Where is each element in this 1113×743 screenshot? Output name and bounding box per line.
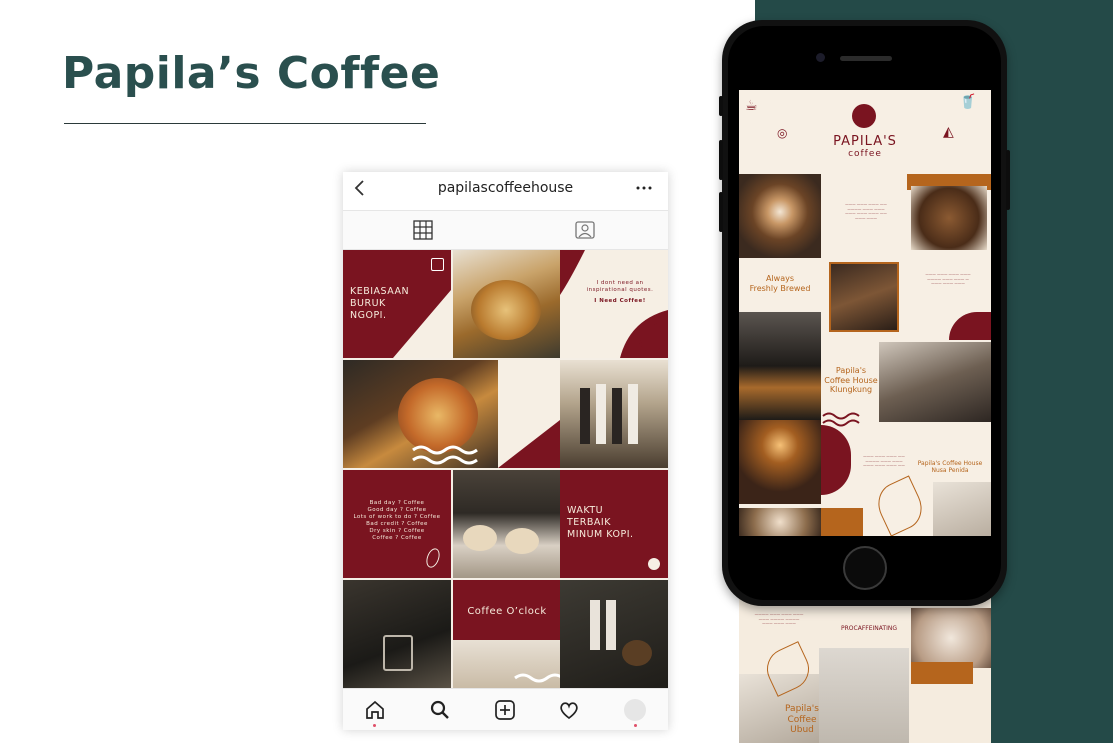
post-waktu-text: WAKTU TERBAIK MINUM KOPI. — [567, 505, 634, 540]
profile-notification-dot — [634, 724, 637, 727]
phone-feed-extension: ———— ——— ——— ——— ——— ———— ———— ——— ——— ———… — [739, 588, 991, 743]
coffee-bag-photo — [933, 482, 991, 536]
pizza-image — [471, 280, 541, 340]
feed-fine-text: ———— ——— ——— ——— ——— ———— ———— ——— ——— ——— — [754, 612, 804, 625]
page-title: Papila’s Coffee — [62, 48, 441, 99]
instagram-header: papilascoffeehouse — [343, 172, 668, 211]
barista-photo — [829, 262, 899, 332]
bottle-image — [612, 388, 622, 444]
maroon-shape — [949, 312, 991, 340]
nusa-penida-label: Papila's Coffee House Nusa Penida — [917, 460, 983, 474]
post-coffee-oclock[interactable]: Coffee O’clock — [453, 580, 561, 688]
phone-brand-name: PAPILA'S — [833, 134, 897, 149]
post-quote[interactable]: I dont need an inspirational quotes. I N… — [560, 250, 668, 358]
coffee-cup-doodle-icon: ☕ — [745, 98, 758, 114]
post-cold-brew-bottles[interactable] — [560, 360, 668, 468]
glass-cup-image — [383, 635, 413, 671]
instagram-profile-mockup: papilascoffeehouse KEBIASAAN BURUK NGOPI… — [343, 172, 668, 730]
latte-photo — [739, 174, 821, 258]
instagram-tabs — [343, 211, 668, 288]
post-pizza-photo[interactable] — [453, 250, 561, 358]
front-camera — [816, 53, 825, 62]
profile-avatar-icon[interactable] — [624, 699, 646, 721]
post-kebiasaan[interactable]: KEBIASAAN BURUK NGOPI. — [343, 250, 451, 358]
bottle-image — [596, 384, 606, 444]
ubud-label: Papila's Coffee Ubud — [785, 704, 819, 735]
post-quote-text: I dont need an inspirational quotes. — [586, 280, 654, 293]
maroon-shape — [821, 425, 851, 495]
post-coffee-list[interactable]: Bad day ? Coffee Good day ? Coffee Lots … — [343, 470, 451, 578]
instagram-post-grid: KEBIASAAN BURUK NGOPI. I dont need an in… — [343, 250, 668, 688]
volume-up-button — [719, 140, 723, 180]
instagram-username: papilascoffeehouse — [437, 180, 574, 196]
mute-switch — [719, 96, 723, 116]
earpiece-speaker — [840, 56, 892, 61]
post-need-coffee-text: I Need Coffee! — [594, 298, 646, 304]
orange-accent-bar — [911, 662, 973, 684]
coffee-beans-bowl-image — [622, 640, 652, 666]
tagged-person-icon[interactable] — [575, 220, 595, 240]
leaf-doodle-icon — [870, 475, 930, 536]
more-dots-icon[interactable] — [636, 176, 652, 200]
phone-screen-feed: ☕ 🥤 ◎ ◭ PAPILA'S coffee ——— ——— ——— —— ——… — [739, 90, 991, 536]
klungkung-label: Papila's Coffee House Klungkung — [824, 366, 878, 394]
post-coffee-list-text: Bad day ? Coffee Good day ? Coffee Lots … — [353, 500, 441, 541]
coffee-bean-icon — [423, 546, 443, 570]
drink-doodle-icon: 🥤 — [959, 94, 977, 110]
post-donuts-photo[interactable] — [453, 470, 561, 578]
coffee-beans-photo — [911, 186, 987, 250]
bottle-image — [628, 384, 638, 444]
phone-brand-sub: coffee — [848, 149, 882, 159]
search-icon[interactable] — [429, 699, 451, 721]
grid-icon[interactable] — [413, 220, 433, 240]
home-button[interactable] — [843, 546, 887, 590]
title-divider — [64, 123, 426, 124]
post-waktu[interactable]: WAKTU TERBAIK MINUM KOPI. — [560, 470, 668, 578]
add-post-icon[interactable] — [494, 699, 516, 721]
always-freshly-brewed-label: Always Freshly Brewed — [749, 274, 811, 293]
brand-logo-icon — [431, 338, 443, 350]
donut-image — [463, 525, 497, 551]
procaffeinating-label: PROCAFFEINATING — [841, 625, 897, 632]
post-coffee-brewing[interactable] — [343, 580, 451, 688]
multi-post-icon — [431, 258, 444, 271]
cafe-interior-photo — [819, 648, 909, 743]
power-button — [1006, 150, 1010, 210]
post-kebiasaan-text: KEBIASAAN BURUK NGOPI. — [350, 286, 410, 321]
feed-fine-text: ——— ——— ——— ——— ———— ——— ——— — ——— ——— ——— — [925, 272, 971, 285]
bottle-image — [580, 388, 590, 444]
heart-icon[interactable] — [558, 699, 580, 721]
volume-down-button — [719, 192, 723, 232]
brand-logo-icon — [852, 104, 876, 128]
home-notification-dot — [373, 724, 376, 727]
donut-image — [505, 528, 539, 554]
bottle-image — [590, 600, 600, 650]
post-pizza-sharing[interactable] — [343, 360, 498, 468]
post-bottles-and-beans[interactable] — [560, 580, 668, 688]
instagram-bottom-nav — [343, 688, 668, 730]
bottle-image — [606, 600, 616, 650]
chandelier-photo — [739, 420, 821, 504]
cafe-interior-photo — [879, 342, 991, 422]
pastry-photo — [739, 508, 821, 536]
home-icon[interactable] — [364, 699, 386, 721]
orange-accent-bar — [821, 508, 863, 536]
post-cream-divider — [498, 360, 560, 468]
dessert-photo — [911, 608, 991, 668]
feed-fine-text: ——— ——— ——— —— ———— ——— ——— ——— ——— ——— ——… — [845, 202, 887, 220]
espresso-machine-photo — [739, 312, 821, 420]
brand-logo-icon — [648, 558, 660, 570]
